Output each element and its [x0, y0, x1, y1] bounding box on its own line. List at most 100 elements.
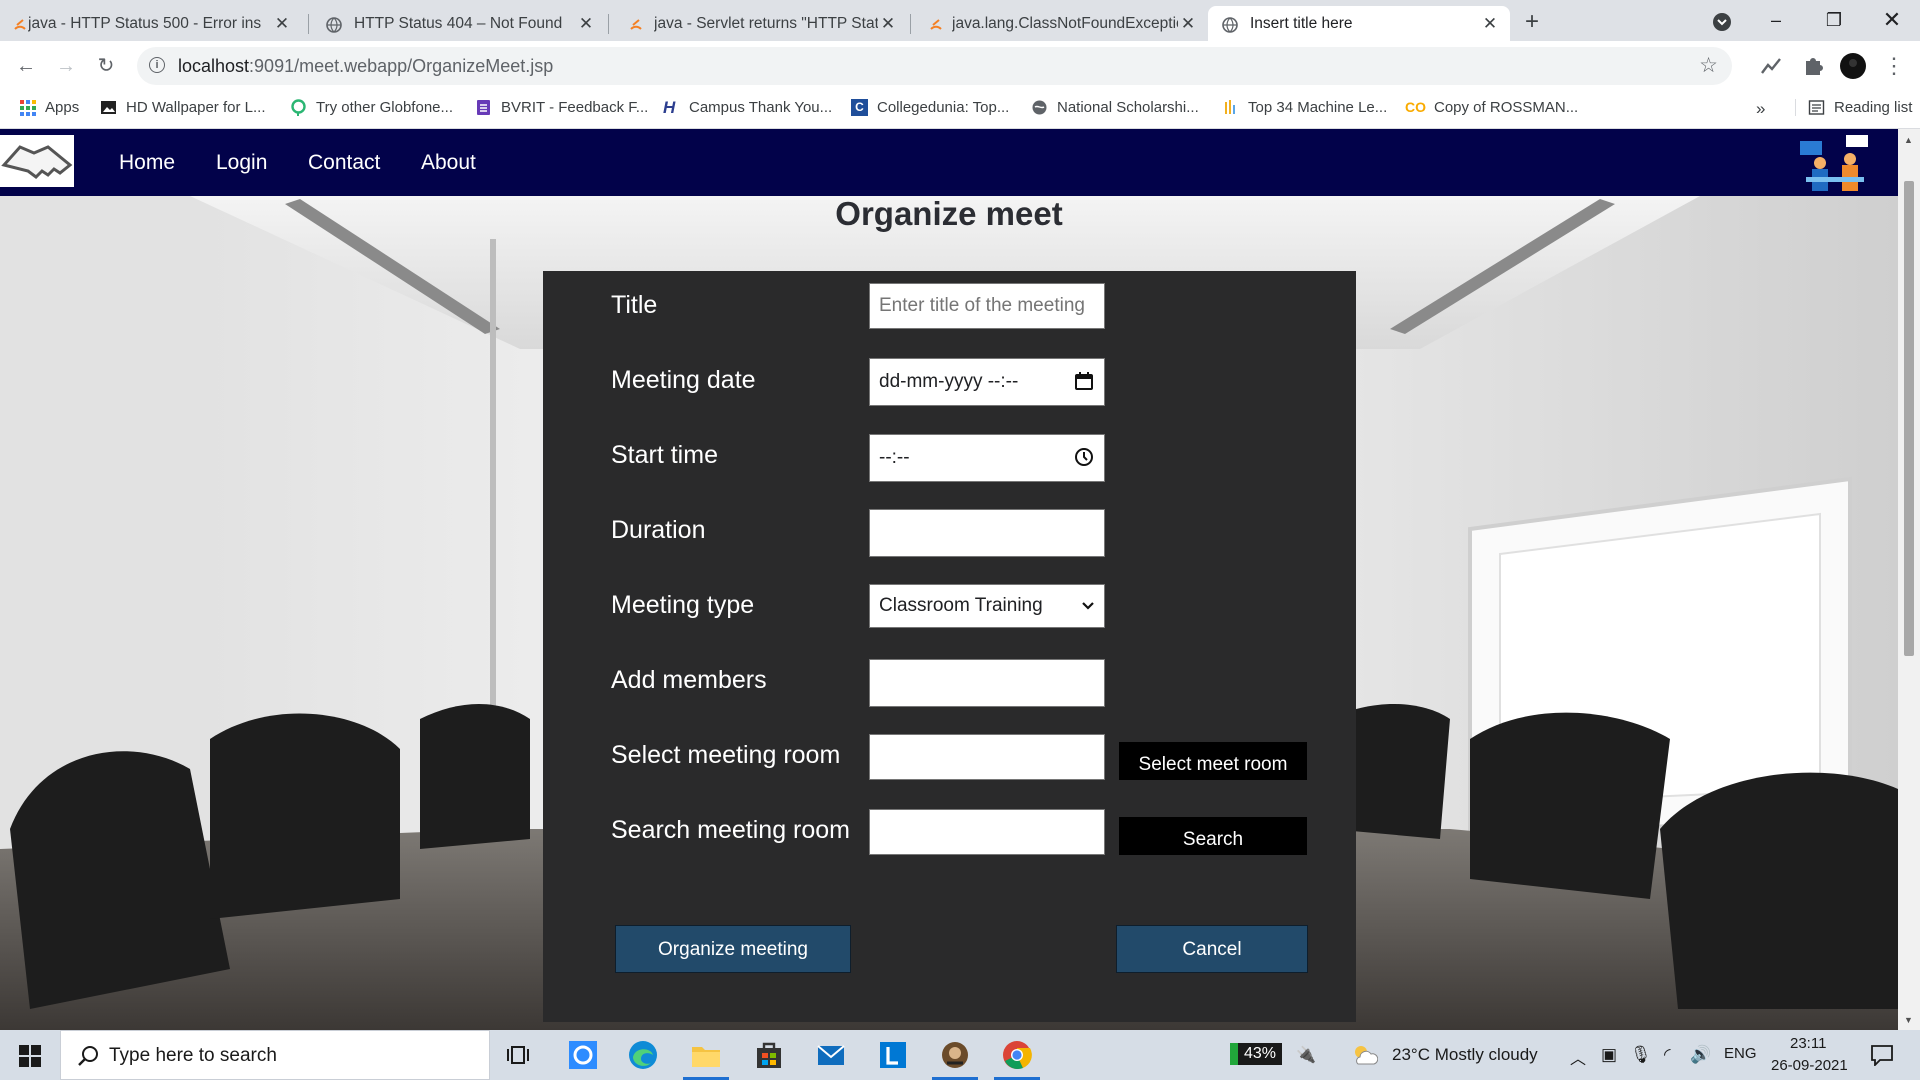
bookmark-apps[interactable]: Apps	[19, 99, 79, 116]
tab-close-icon[interactable]: ✕	[1178, 14, 1198, 34]
bookmark-scholarship[interactable]: National Scholarshi...	[1031, 99, 1199, 116]
notifications-icon[interactable]	[1870, 1044, 1894, 1066]
bookmark-bvrit[interactable]: BVRIT - Feedback F...	[475, 99, 648, 116]
task-view-icon[interactable]	[504, 1039, 536, 1071]
reading-list-icon	[1808, 100, 1825, 115]
file-explorer-icon[interactable]	[690, 1039, 722, 1071]
bookmark-hd-wallpaper[interactable]: HD Wallpaper for L...	[100, 99, 266, 116]
tab-insert-title[interactable]: Insert title here ✕	[1208, 6, 1510, 41]
page-scrollbar[interactable]: ▲ ▼	[1898, 129, 1920, 1030]
bookmark-label: Collegedunia: Top...	[877, 99, 1010, 116]
select-room-input[interactable]	[869, 734, 1105, 780]
bookmark-label: HD Wallpaper for L...	[126, 99, 266, 116]
organize-meeting-button[interactable]: Organize meeting	[615, 925, 851, 973]
bookmark-campus[interactable]: H Campus Thank You...	[663, 99, 832, 116]
select-room-label: Select meeting room	[611, 741, 841, 769]
nav-about-link[interactable]: About	[421, 151, 476, 175]
organize-meet-form: Title Enter title of the meeting Meeting…	[543, 271, 1356, 1022]
chrome-browser-icon[interactable]	[1001, 1039, 1033, 1071]
tab-divider	[608, 14, 609, 34]
handshake-logo-icon[interactable]	[0, 135, 74, 187]
tab-servlet[interactable]: java - Servlet returns "HTTP Statu ✕	[610, 6, 908, 41]
plug-icon: 🔌	[1296, 1047, 1316, 1064]
meeting-date-label: Meeting date	[611, 366, 756, 394]
tab-close-icon[interactable]: ✕	[878, 14, 898, 34]
meeting-date-input[interactable]: dd-mm-yyyy --:--	[869, 358, 1105, 406]
collegedunia-icon: C	[851, 99, 868, 116]
meet-now-icon[interactable]: ▣	[1601, 1045, 1617, 1065]
reload-icon[interactable]: ↻	[92, 52, 120, 80]
back-arrow-icon[interactable]: ←	[12, 52, 40, 80]
zoom-app-icon[interactable]	[567, 1039, 599, 1071]
close-window-button[interactable]: ✕	[1864, 0, 1920, 41]
select-meet-room-button[interactable]: Select meet room	[1119, 742, 1307, 780]
tab-http-500[interactable]: java - HTTP Status 500 - Error ins ✕	[0, 6, 302, 41]
scroll-up-arrow-icon[interactable]: ▲	[1904, 135, 1913, 145]
new-tab-button[interactable]: +	[1518, 8, 1546, 36]
scrollbar-thumb[interactable]	[1904, 181, 1914, 656]
weather-text[interactable]: 23°C Mostly cloudy	[1392, 1045, 1538, 1065]
nav-contact-link[interactable]: Contact	[308, 151, 380, 175]
chrome-menu-icon[interactable]: ⋮	[1880, 52, 1908, 80]
extensions-puzzle-icon[interactable]	[1800, 53, 1826, 79]
meeting-people-icon	[1800, 135, 1868, 191]
minimize-button[interactable]: –	[1748, 0, 1804, 41]
restore-button[interactable]: ❐	[1806, 0, 1862, 41]
meeting-date-value: dd-mm-yyyy --:--	[879, 371, 1019, 392]
tab-close-icon[interactable]: ✕	[576, 14, 596, 34]
bookmark-rossman[interactable]: CO Copy of ROSSMAN...	[1405, 99, 1578, 116]
battery-indicator[interactable]: 43%	[1230, 1043, 1283, 1065]
bookmark-machine-learning[interactable]: Top 34 Machine Le...	[1222, 99, 1387, 116]
address-bar[interactable]: i localhost:9091/meet.webapp/OrganizeMee…	[137, 47, 1732, 85]
duration-input[interactable]	[869, 509, 1105, 557]
tab-title: java.lang.ClassNotFoundExceptio	[952, 14, 1178, 32]
lms-app-icon[interactable]	[877, 1039, 909, 1071]
store-icon[interactable]	[753, 1039, 785, 1071]
clock-time[interactable]: 23:11	[1790, 1035, 1826, 1052]
title-input[interactable]: Enter title of the meeting	[869, 283, 1105, 329]
nav-home-link[interactable]: Home	[119, 151, 175, 175]
clock-date[interactable]: 26-09-2021	[1771, 1057, 1848, 1074]
bookmark-collegedunia[interactable]: C Collegedunia: Top...	[851, 99, 1009, 116]
tab-classnotfound[interactable]: java.lang.ClassNotFoundExceptio ✕	[912, 6, 1208, 41]
forward-arrow-icon[interactable]: →	[52, 52, 80, 80]
edge-browser-icon[interactable]	[627, 1039, 659, 1071]
url-host: localhost	[178, 56, 250, 76]
scroll-down-arrow-icon[interactable]: ▼	[1904, 1015, 1913, 1025]
duration-label: Duration	[611, 516, 706, 544]
taskbar-search-placeholder: Type here to search	[109, 1045, 277, 1066]
cancel-button[interactable]: Cancel	[1116, 925, 1308, 973]
clock-icon[interactable]	[1074, 447, 1094, 467]
search-icon	[78, 1046, 98, 1066]
microphone-icon[interactable]: 🎙	[1630, 1045, 1652, 1065]
nav-login-link[interactable]: Login	[216, 151, 267, 175]
game-app-icon[interactable]	[939, 1039, 971, 1071]
tab-http-404[interactable]: HTTP Status 404 – Not Found ✕	[310, 6, 606, 41]
start-time-input[interactable]: --:--	[869, 434, 1105, 482]
profile-avatar-icon[interactable]	[1840, 53, 1866, 79]
tray-overflow-chevron-icon[interactable]: ︿	[1570, 1045, 1586, 1069]
url-text[interactable]: localhost:9091/meet.webapp/OrganizeMeet.…	[178, 56, 553, 77]
site-info-icon[interactable]: i	[149, 57, 165, 73]
wifi-icon[interactable]: ◜	[1664, 1045, 1671, 1065]
performance-icon[interactable]	[1758, 53, 1784, 79]
mail-icon[interactable]	[815, 1039, 847, 1071]
add-members-input[interactable]	[869, 659, 1105, 707]
calendar-icon[interactable]	[1074, 371, 1094, 391]
taskbar-search-box[interactable]: Type here to search	[60, 1030, 490, 1080]
reading-list-button[interactable]: Reading list	[1795, 99, 1912, 116]
tab-close-icon[interactable]: ✕	[1480, 14, 1500, 34]
bookmarks-overflow-button[interactable]: »	[1756, 99, 1765, 119]
search-button[interactable]: Search	[1119, 817, 1307, 855]
tab-search-icon[interactable]	[1712, 12, 1732, 32]
tab-title: HTTP Status 404 – Not Found	[354, 14, 563, 32]
windows-start-icon[interactable]	[19, 1045, 41, 1067]
bookmark-star-icon[interactable]: ☆	[1699, 53, 1718, 78]
tab-close-icon[interactable]: ✕	[272, 14, 292, 34]
title-placeholder: Enter title of the meeting	[879, 295, 1085, 316]
speaker-icon[interactable]: 🔊	[1690, 1045, 1711, 1065]
language-indicator[interactable]: ENG	[1724, 1045, 1757, 1062]
search-room-input[interactable]	[869, 809, 1105, 855]
meeting-type-select[interactable]: Classroom Training	[869, 584, 1105, 628]
bookmark-globfone[interactable]: Try other Globfone...	[290, 99, 453, 116]
